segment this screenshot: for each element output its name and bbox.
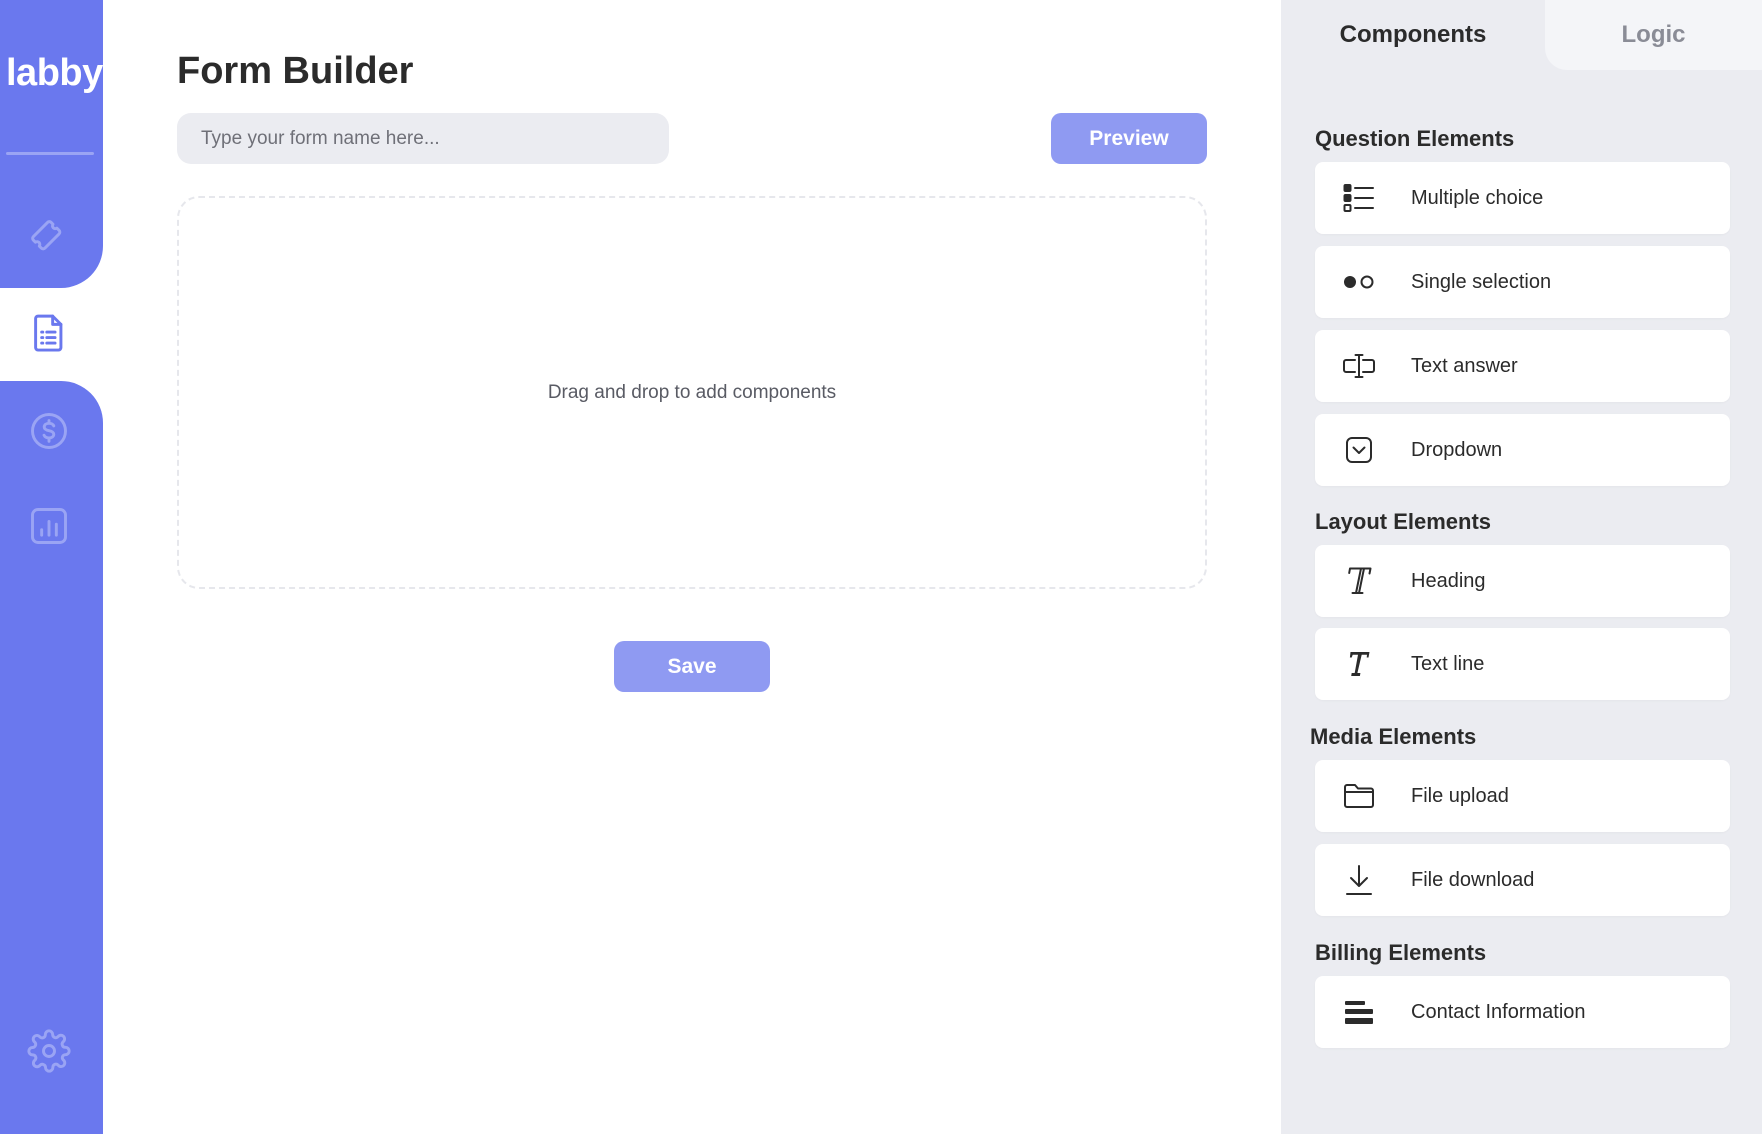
- sidebar-item-billing[interactable]: [26, 408, 72, 454]
- forms-icon: [34, 314, 63, 352]
- component-text-line[interactable]: Text line: [1315, 628, 1730, 700]
- component-label: Multiple choice: [1411, 186, 1544, 209]
- section-title-layout: Layout Elements: [1315, 509, 1492, 534]
- component-multiple-choice[interactable]: Multiple choice: [1315, 162, 1730, 234]
- download-icon: [1341, 862, 1377, 898]
- text-cursor-icon: [1341, 348, 1377, 384]
- component-label: Dropdown: [1411, 438, 1503, 461]
- sidebar-item-forms[interactable]: [26, 310, 72, 356]
- section-title-question: Question Elements: [1315, 126, 1515, 151]
- dropdown-icon: [1341, 432, 1377, 468]
- component-label: File download: [1411, 868, 1535, 891]
- component-file-upload[interactable]: File upload: [1315, 760, 1730, 832]
- section-title-media: Media Elements: [1310, 724, 1477, 749]
- settings-icon: [27, 1029, 71, 1073]
- sidebar-bottom-panel: [0, 381, 103, 1134]
- sidebar: labby: [0, 0, 103, 1134]
- text-icon: [1341, 646, 1377, 682]
- component-label: Contact Information: [1411, 1000, 1586, 1023]
- analytics-icon: [31, 508, 67, 544]
- component-label: File upload: [1411, 784, 1509, 807]
- folder-icon: [1341, 778, 1377, 814]
- components-panel: Components Logic Question Elements Multi…: [1281, 0, 1762, 1134]
- drop-hint: Drag and drop to add components: [547, 381, 837, 403]
- component-label: Heading: [1411, 569, 1486, 592]
- preview-button[interactable]: Preview: [1051, 113, 1207, 164]
- component-dropdown[interactable]: Dropdown: [1315, 414, 1730, 486]
- tab-components[interactable]: Components: [1281, 0, 1545, 70]
- sidebar-item-analytics[interactable]: [26, 503, 72, 549]
- tab-logic[interactable]: Logic: [1545, 0, 1762, 70]
- list-icon: [1341, 180, 1377, 216]
- logo[interactable]: labby: [6, 52, 103, 95]
- drop-zone[interactable]: Drag and drop to add components: [177, 196, 1207, 589]
- component-text-answer[interactable]: Text answer: [1315, 330, 1730, 402]
- form-name-input[interactable]: [177, 113, 669, 164]
- radio-icon: [1341, 264, 1377, 300]
- sidebar-item-settings[interactable]: [26, 1028, 72, 1074]
- tag-icon: [31, 220, 62, 251]
- component-single-selection[interactable]: Single selection: [1315, 246, 1730, 318]
- page-title: Form Builder: [177, 50, 414, 92]
- contact-icon: [1341, 994, 1377, 1030]
- component-label: Text line: [1411, 652, 1485, 675]
- component-file-download[interactable]: File download: [1315, 844, 1730, 916]
- save-button[interactable]: Save: [614, 641, 770, 692]
- component-contact-information[interactable]: Contact Information: [1315, 976, 1730, 1048]
- sidebar-divider: [6, 152, 94, 155]
- section-title-billing: Billing Elements: [1315, 940, 1487, 965]
- heading-icon: [1341, 563, 1377, 599]
- component-label: Single selection: [1411, 270, 1552, 293]
- component-heading[interactable]: Heading: [1315, 545, 1730, 617]
- sidebar-item-tags[interactable]: [26, 215, 72, 261]
- component-label: Text answer: [1411, 354, 1518, 377]
- main-content: Form Builder Preview Drag and drop to ad…: [103, 0, 1281, 1134]
- billing-icon: [31, 413, 67, 449]
